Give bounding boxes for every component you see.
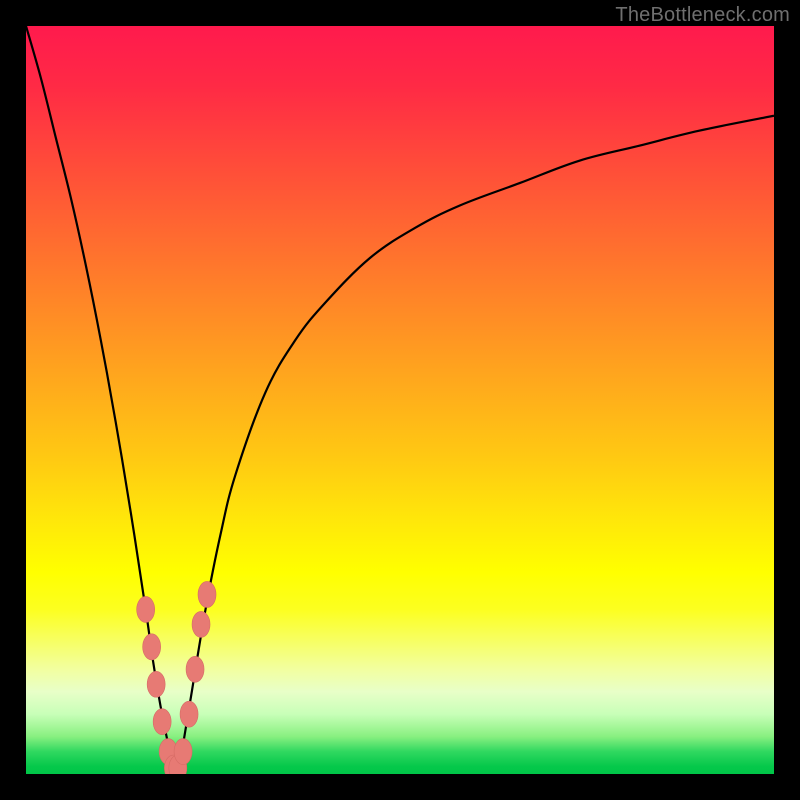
chart-frame: TheBottleneck.com [0, 0, 800, 800]
curve-layer [26, 26, 774, 774]
curve-markers [137, 581, 216, 774]
curve-marker [137, 596, 155, 622]
bottleneck-curve [26, 26, 774, 774]
curve-marker [153, 709, 171, 735]
curve-marker [143, 634, 161, 660]
curve-marker [198, 581, 216, 607]
curve-marker [192, 611, 210, 637]
watermark-text: TheBottleneck.com [615, 4, 790, 27]
curve-marker [180, 701, 198, 727]
curve-marker [147, 671, 165, 697]
curve-marker [186, 656, 204, 682]
plot-area [26, 26, 774, 774]
curve-marker [174, 739, 192, 765]
